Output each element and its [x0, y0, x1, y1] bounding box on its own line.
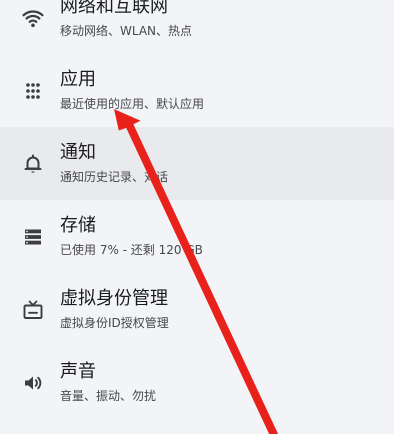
settings-item-storage[interactable]: 存储 已使用 7% - 还剩 120 GB — [0, 200, 394, 273]
volume-icon — [21, 371, 45, 395]
settings-item-subtitle: 通知历史记录、对话 — [60, 170, 169, 184]
settings-item-subtitle: 最近使用的应用、默认应用 — [60, 97, 205, 111]
settings-item-title: 存储 — [60, 215, 96, 236]
tv-icon — [21, 298, 45, 322]
bell-icon — [21, 152, 45, 176]
settings-list: 网络和互联网 移动网络、WLAN、热点 应用 最近使用的应用、默认应用 通知 通… — [0, 0, 394, 419]
settings-item-notifications[interactable]: 通知 通知历史记录、对话 — [0, 127, 394, 200]
settings-item-title: 网络和互联网 — [60, 0, 168, 17]
settings-item-subtitle: 音量、振动、勿扰 — [60, 389, 157, 403]
settings-item-subtitle: 已使用 7% - 还剩 120 GB — [60, 243, 203, 257]
settings-item-virtual-identity[interactable]: 虚拟身份管理 虚拟身份ID授权管理 — [0, 273, 394, 346]
settings-screen: 网络和互联网 移动网络、WLAN、热点 应用 最近使用的应用、默认应用 通知 通… — [0, 0, 394, 434]
settings-item-subtitle: 虚拟身份ID授权管理 — [60, 316, 169, 330]
wifi-icon — [21, 6, 45, 30]
settings-item-network[interactable]: 网络和互联网 移动网络、WLAN、热点 — [0, 0, 394, 54]
settings-item-title: 虚拟身份管理 — [60, 288, 168, 309]
settings-item-title: 声音 — [60, 361, 96, 382]
settings-item-title: 通知 — [60, 142, 96, 163]
settings-item-apps[interactable]: 应用 最近使用的应用、默认应用 — [0, 54, 394, 127]
storage-icon — [21, 225, 45, 249]
settings-item-title: 应用 — [60, 69, 96, 90]
settings-item-subtitle: 移动网络、WLAN、热点 — [60, 24, 193, 38]
apps-grid-icon — [21, 79, 45, 103]
settings-item-sound[interactable]: 声音 音量、振动、勿扰 — [0, 346, 394, 419]
